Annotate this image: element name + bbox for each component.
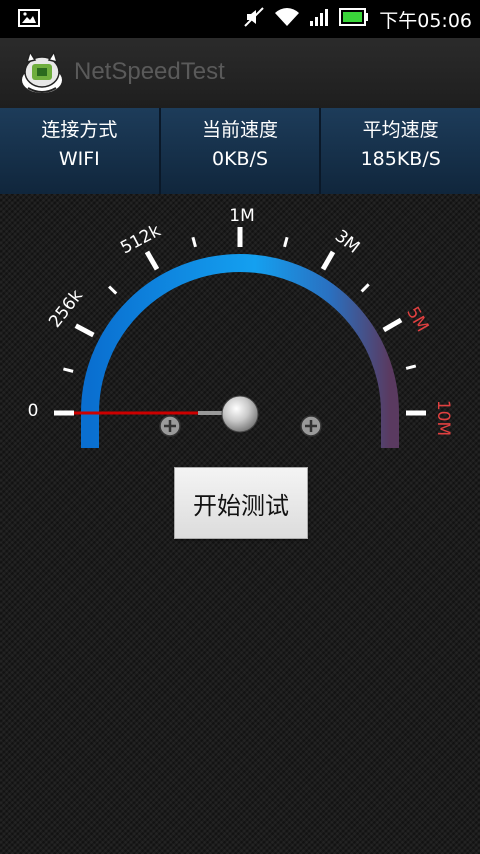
clock: 下午05:06	[379, 9, 472, 32]
status-bar: 下午05:06	[0, 0, 480, 38]
image-icon	[18, 9, 40, 31]
speed-gauge: 0 256k 512k 1M 3M 5M 10M	[28, 206, 453, 448]
gauge-label-3m: 3M	[331, 226, 363, 257]
gauge-label-10m: 10M	[433, 400, 453, 436]
gauge-label-256k: 256k	[45, 286, 87, 332]
average-speed-section: 平均速度 185KB/S	[321, 108, 480, 194]
app-logo-icon[interactable]	[18, 50, 66, 98]
gauge-minor-tick	[360, 283, 370, 293]
gauge-major-tick	[382, 317, 403, 333]
info-panel: 连接方式 WIFI 当前速度 0KB/S 平均速度 185KB/S	[0, 108, 480, 194]
connection-type-value: WIFI	[58, 148, 100, 170]
gauge-major-tick	[144, 250, 160, 271]
average-speed-label: 平均速度	[362, 119, 439, 141]
average-speed-value: 185KB/S	[360, 148, 441, 170]
gauge-label-1m: 1M	[229, 206, 254, 226]
battery-icon	[339, 8, 369, 30]
current-speed-section: 当前速度 0KB/S	[161, 108, 322, 194]
screw-icon	[300, 415, 322, 437]
gauge-label-512k: 512k	[117, 221, 164, 259]
gauge-knob	[221, 395, 259, 433]
gauge-minor-tick	[63, 367, 74, 373]
current-speed-value: 0KB/S	[211, 148, 269, 170]
gauge-major-tick	[74, 323, 95, 338]
signal-icon	[309, 7, 329, 31]
connection-type-label: 连接方式	[41, 119, 118, 141]
gauge-major-tick	[320, 250, 336, 271]
gauge-label-0: 0	[28, 401, 39, 421]
screw-icon	[159, 415, 181, 437]
gauge-minor-tick	[108, 285, 118, 295]
start-test-button[interactable]: 开始测试	[174, 467, 308, 539]
app-title: NetSpeedTest	[74, 58, 225, 85]
current-speed-label: 当前速度	[202, 119, 279, 141]
gauge-minor-tick	[283, 236, 289, 248]
action-bar: NetSpeedTest	[0, 38, 480, 110]
gauge-label-5m: 5M	[402, 303, 432, 335]
mute-icon	[243, 6, 265, 32]
connection-type-section: 连接方式 WIFI	[0, 108, 161, 194]
wifi-icon	[275, 7, 300, 31]
gauge-minor-tick	[405, 364, 417, 370]
gauge-minor-tick	[191, 236, 197, 248]
